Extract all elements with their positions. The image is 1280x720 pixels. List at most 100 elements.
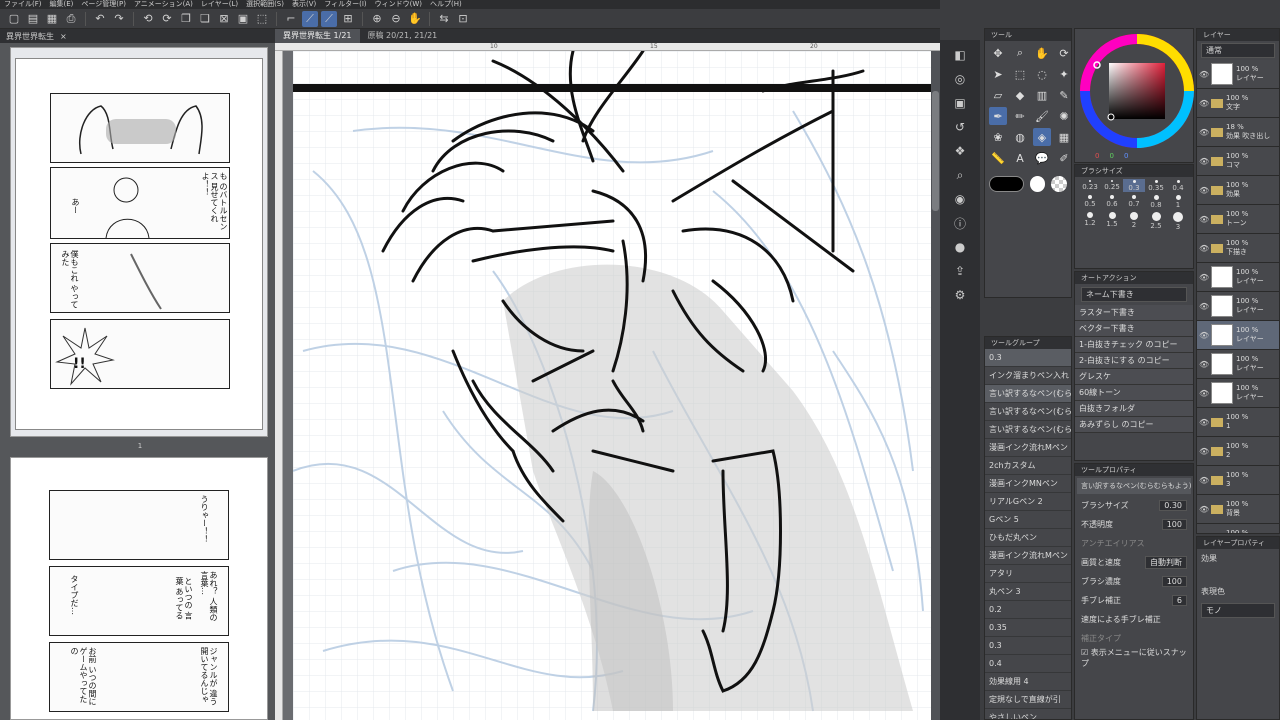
menu-edit[interactable]: 編集(E): [50, 0, 74, 9]
page-thumb-2[interactable]: うりゃー！！ あれ？ 人類の 言葉… といつの 言葉 あってる タイプだ… お前…: [10, 457, 268, 720]
fill-icon[interactable]: ▣: [235, 11, 251, 27]
material-icon[interactable]: ❖: [950, 142, 970, 160]
snap-grid-icon[interactable]: ⊞: [340, 11, 356, 27]
layer-row[interactable]: 👁 100 % レイヤー: [1197, 60, 1279, 89]
clear-icon[interactable]: ⊠: [216, 11, 232, 27]
eye-icon[interactable]: 👁: [1199, 534, 1208, 535]
object-icon[interactable]: ➤: [989, 65, 1007, 83]
auto-action-item[interactable]: ベクター下書き: [1075, 321, 1193, 337]
menu-help[interactable]: ヘルプ(H): [430, 0, 462, 9]
flip-icon[interactable]: ⇆: [436, 11, 452, 27]
menu-window[interactable]: ウィンドウ(W): [375, 0, 422, 9]
pen-icon[interactable]: ✒: [989, 107, 1007, 125]
sub-tool-item[interactable]: 2chカスタム: [985, 457, 1071, 475]
eye-icon[interactable]: 👁: [1199, 447, 1209, 456]
prop-brush-size[interactable]: ブラシサイズ 0.30: [1075, 496, 1193, 515]
menu-page[interactable]: ページ管理(P): [81, 0, 126, 9]
sub-tool-item[interactable]: ひもだ丸ペン: [985, 529, 1071, 547]
main-color-swatch[interactable]: [989, 176, 1024, 192]
brush-icon[interactable]: 🖌: [1033, 107, 1051, 125]
brush-size-option[interactable]: 2: [1123, 211, 1145, 231]
sub-tool-item[interactable]: 言い訳するなペン(むら: [985, 421, 1071, 439]
eye-icon[interactable]: 👁: [1199, 476, 1209, 485]
transform-icon[interactable]: ⬚: [254, 11, 270, 27]
prop-quality[interactable]: 画質と速度 自動判断: [1075, 553, 1193, 572]
eye-icon[interactable]: 👁: [1199, 244, 1209, 253]
expression-color-select[interactable]: モノ: [1201, 603, 1275, 618]
eye-icon[interactable]: 👁: [1199, 215, 1209, 224]
brush-size-option[interactable]: 1.2: [1079, 211, 1101, 231]
brush-size-option[interactable]: 0.4: [1167, 179, 1189, 192]
prop-stabilization[interactable]: 手ブレ補正 6: [1075, 591, 1193, 610]
menu-filter[interactable]: フィルター(I): [324, 0, 366, 9]
rotate-icon[interactable]: ⟳: [1055, 44, 1073, 62]
frame-icon[interactable]: ▦: [1055, 128, 1073, 146]
prop-antialias[interactable]: アンチエイリアス: [1075, 534, 1193, 553]
zoom-in-icon[interactable]: ⊕: [369, 11, 385, 27]
eyedropper-icon[interactable]: ✎: [1055, 86, 1073, 104]
eye-icon[interactable]: 👁: [1199, 70, 1209, 79]
info-icon[interactable]: ⓘ: [950, 214, 970, 232]
prop-snap[interactable]: ☑ 表示メニューに従いスナップ: [1075, 648, 1193, 668]
layer-row[interactable]: 👁 100 % レイヤー: [1197, 263, 1279, 292]
menu-animation[interactable]: アニメーション(A): [134, 0, 193, 9]
magic-wand-icon[interactable]: ✦: [1055, 65, 1073, 83]
brush-size-option[interactable]: 1.5: [1101, 211, 1123, 231]
scroll-thumb[interactable]: [932, 91, 939, 211]
airbrush-icon[interactable]: ✺: [1055, 107, 1073, 125]
brush-size-option[interactable]: 2.5: [1145, 211, 1167, 231]
layer-row[interactable]: 👁 100 % レイヤー: [1197, 321, 1279, 350]
layer-row[interactable]: 👁 18 % 効果 吹き出し: [1197, 118, 1279, 147]
move-icon[interactable]: ✥: [989, 44, 1007, 62]
pencil-icon[interactable]: ✏: [1011, 107, 1029, 125]
record-icon[interactable]: ●: [950, 238, 970, 256]
layer-row[interactable]: 👁 100 % 下描き: [1197, 234, 1279, 263]
export-icon[interactable]: ⇪: [950, 262, 970, 280]
layer-row[interactable]: 👁 100 % レイヤー: [1197, 292, 1279, 321]
fill-bucket-icon[interactable]: ◆: [1011, 86, 1029, 104]
new-icon[interactable]: ▢: [6, 11, 22, 27]
brush-size-option[interactable]: 0.7: [1123, 194, 1145, 209]
eye-icon[interactable]: 👁: [1199, 389, 1209, 398]
copy-icon[interactable]: ❐: [178, 11, 194, 27]
prop-density[interactable]: ブラシ濃度 100: [1075, 572, 1193, 591]
rotate-left-icon[interactable]: ⟲: [140, 11, 156, 27]
layer-row[interactable]: 👁 100 % 2: [1197, 437, 1279, 466]
menu-selection[interactable]: 選択範囲(S): [246, 0, 284, 9]
sub-tool-item[interactable]: 言い訳するなペン(むら: [985, 385, 1071, 403]
menu-layer[interactable]: レイヤー(L): [201, 0, 238, 9]
layers-icon[interactable]: ◧: [950, 46, 970, 64]
navigator-tab[interactable]: 異界世界転生 ×: [0, 29, 275, 43]
auto-action-select[interactable]: ネーム下書き: [1081, 287, 1187, 302]
sub-tool-item[interactable]: Gペン 5: [985, 511, 1071, 529]
layer-row[interactable]: 👁 100 % コマ: [1197, 147, 1279, 176]
brush-size-option[interactable]: 0.23: [1079, 179, 1101, 192]
sub-tool-item[interactable]: 0.35: [985, 619, 1071, 637]
prop-speed-stabilization[interactable]: 速度による手ブレ補正: [1075, 610, 1193, 629]
sub-tool-item[interactable]: 漫画インク流れMペン: [985, 547, 1071, 565]
rotate-right-icon[interactable]: ⟳: [159, 11, 175, 27]
subview-icon[interactable]: ▣: [950, 94, 970, 112]
history-icon[interactable]: ↺: [950, 118, 970, 136]
eraser-icon[interactable]: ▱: [989, 86, 1007, 104]
save-icon[interactable]: ▦: [44, 11, 60, 27]
auto-action-item[interactable]: ラスター下書き: [1075, 305, 1193, 321]
sub-tool-item[interactable]: 定規なしで直線が引: [985, 691, 1071, 709]
layer-row[interactable]: 👁 100 % 文字: [1197, 89, 1279, 118]
auto-action-item[interactable]: 2-白抜きにする のコピー: [1075, 353, 1193, 369]
lasso-icon[interactable]: ◌: [1033, 65, 1051, 83]
transparent-swatch[interactable]: [1051, 176, 1067, 192]
layer-row[interactable]: 👁 100 % レイヤー: [1197, 379, 1279, 408]
sub-tool-item[interactable]: 丸ペン 3: [985, 583, 1071, 601]
eye-icon[interactable]: 👁: [1199, 505, 1209, 514]
eye-icon[interactable]: 👁: [1199, 99, 1209, 108]
eye-icon[interactable]: 👁: [1199, 128, 1209, 137]
menu-view[interactable]: 表示(V): [292, 0, 316, 9]
menu-file[interactable]: ファイル(F): [4, 0, 42, 9]
redo-icon[interactable]: ↷: [111, 11, 127, 27]
snap-special-icon[interactable]: ⟋: [321, 10, 337, 27]
color-wheel[interactable]: [1075, 29, 1195, 149]
sub-tool-item[interactable]: 0.2: [985, 601, 1071, 619]
eye-icon[interactable]: 👁: [1199, 331, 1209, 340]
brush-size-option-selected[interactable]: 0.3: [1123, 179, 1145, 192]
